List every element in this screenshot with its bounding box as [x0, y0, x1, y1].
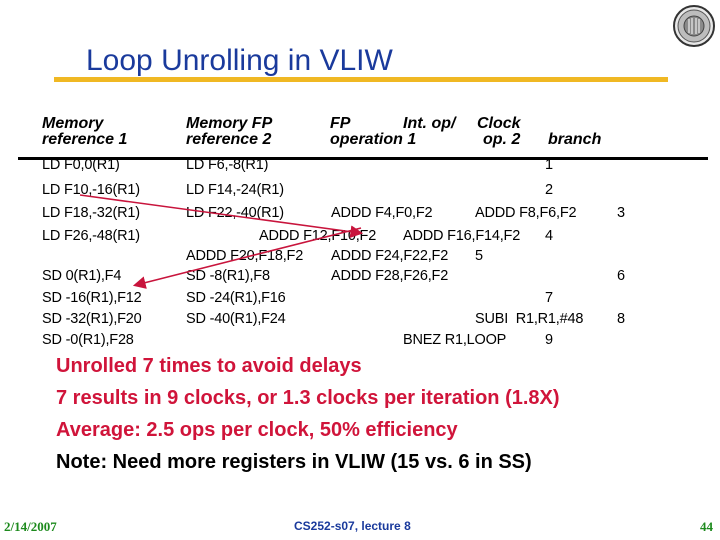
slide-title: Loop Unrolling in VLIW — [86, 44, 393, 77]
cell-mem1: SD 0(R1),F4 — [42, 268, 122, 284]
note-results: 7 results in 9 clocks, or 1.3 clocks per… — [56, 387, 560, 409]
cell-clock: 5 — [475, 248, 483, 264]
cell-clock: 2 — [545, 182, 553, 198]
header-branch: branch — [548, 132, 601, 148]
header-line: Int. op/ — [403, 115, 456, 132]
header-line: branch — [548, 131, 602, 148]
header-op-2: op. 2 — [483, 132, 520, 148]
cell-clock: 8 — [617, 311, 625, 327]
cell-clock: 3 — [617, 205, 625, 221]
note-registers: Note: Need more registers in VLIW (15 vs… — [56, 451, 532, 473]
header-divider — [18, 157, 708, 160]
cell-fp2: ADDD F24,F22,F2 — [331, 248, 449, 264]
cell-int: SUBI R1,R1,#48 — [475, 311, 584, 327]
cell-mem2: LD F6,-8(R1) — [186, 157, 269, 173]
cell-mem1: SD -16(R1),F12 — [42, 290, 142, 306]
cell-fp1: ADDD F12,F10,F2 — [259, 228, 377, 244]
header-fp-op-2: Int. op/ — [403, 116, 455, 132]
cell-fp2: ADDD F16,F14,F2 — [403, 228, 521, 244]
header-line: op. 2 — [483, 131, 521, 148]
cell-fp1: ADDD F20,F18,F2 — [186, 248, 304, 264]
header-memory-fp-ref-2: Memory FP reference 2 — [186, 116, 272, 148]
cell-mem1: SD -32(R1),F20 — [42, 311, 142, 327]
cell-mem1: LD F26,-48(R1) — [42, 228, 140, 244]
cell-mem1: SD -0(R1),F28 — [42, 332, 134, 348]
cell-clock: 9 — [545, 332, 553, 348]
header-line: reference 2 — [186, 131, 272, 148]
footer-date: 2/14/2007 — [4, 519, 57, 534]
cell-clock: 4 — [545, 228, 553, 244]
university-seal-icon — [670, 2, 718, 64]
cell-fp2: ADDD F8,F6,F2 — [475, 205, 577, 221]
note-average: Average: 2.5 ops per clock, 50% efficien… — [56, 419, 458, 441]
title-underline — [54, 77, 668, 82]
cell-mem1: LD F18,-32(R1) — [42, 205, 140, 221]
header-line: Memory — [42, 115, 104, 132]
header-line: Clock — [477, 115, 521, 132]
cell-mem2: LD F14,-24(R1) — [186, 182, 284, 198]
header-memory-ref-1: Memory reference 1 — [42, 116, 127, 148]
note-unrolled: Unrolled 7 times to avoid delays — [56, 355, 362, 377]
cell-mem1: LD F0,0(R1) — [42, 157, 120, 173]
footer-page-number: 44 — [700, 519, 713, 534]
footer-course: CS252-s07, lecture 8 — [294, 519, 411, 533]
header-line: operation 1 — [330, 131, 417, 148]
cell-clock: 7 — [545, 290, 553, 306]
cell-fp1: ADDD F4,F0,F2 — [331, 205, 433, 221]
cell-clock: 6 — [617, 268, 625, 284]
header-line: reference 1 — [42, 131, 128, 148]
cell-int: BNEZ R1,LOOP — [403, 332, 507, 348]
header-clock: Clock — [477, 116, 521, 132]
cell-mem2: LD F22,-40(R1) — [186, 205, 284, 221]
cell-mem2: SD -40(R1),F24 — [186, 311, 286, 327]
header-line: Memory FP — [186, 115, 273, 132]
cell-mem2: SD -8(R1),F8 — [186, 268, 270, 284]
cell-mem1: LD F10,-16(R1) — [42, 182, 140, 198]
cell-fp1: ADDD F28,F26,F2 — [331, 268, 449, 284]
cell-mem2: SD -24(R1),F16 — [186, 290, 286, 306]
cell-clock: 1 — [545, 157, 553, 173]
